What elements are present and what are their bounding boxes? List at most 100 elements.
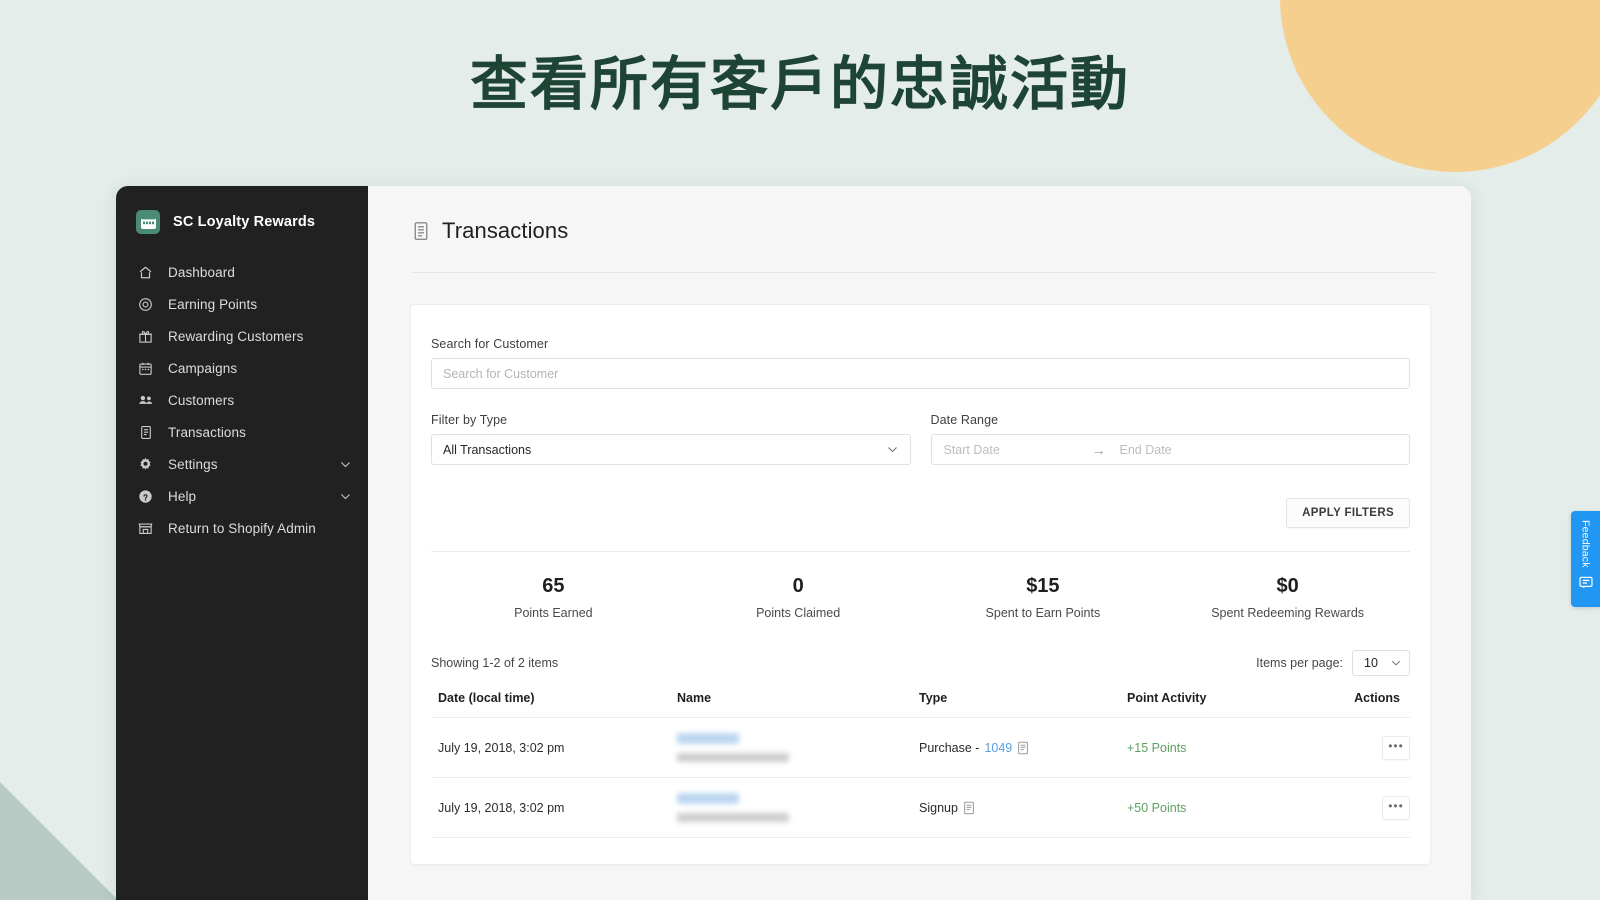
receipt-icon	[137, 424, 154, 441]
type-text: Signup	[919, 800, 958, 815]
storefront-icon	[137, 520, 154, 537]
comment-icon	[1578, 575, 1593, 590]
type-filter-group: Filter by Type All Transactions	[431, 413, 911, 465]
items-per-page-value: 10	[1364, 656, 1378, 670]
sidebar-item-customers[interactable]: Customers	[116, 384, 368, 416]
cell-point-activity: +50 Points	[1127, 777, 1327, 838]
brand-name: SC Loyalty Rewards	[173, 214, 316, 230]
gift-icon	[137, 328, 154, 345]
column-header-point-activity: Point Activity	[1127, 691, 1327, 718]
filter-row: Filter by Type All Transactions Date Ran…	[431, 413, 1410, 465]
type-select-value: All Transactions	[443, 442, 532, 457]
stat-spent-to-earn-points: $15 Spent to Earn Points	[921, 574, 1166, 620]
brand[interactable]: SC Loyalty Rewards	[116, 186, 368, 256]
receipt-icon	[412, 221, 430, 241]
people-icon	[137, 392, 154, 409]
apply-filters-row: APPLY FILTERS	[431, 498, 1410, 528]
feedback-label: Feedback	[1579, 520, 1592, 568]
end-date-input[interactable]	[1111, 442, 1262, 457]
calendar-icon	[137, 360, 154, 377]
cell-name[interactable]	[677, 777, 919, 838]
stat-spent-redeeming-rewards: $0 Spent Redeeming Rewards	[1165, 574, 1410, 620]
points-value: +50 Points	[1127, 800, 1187, 815]
sidebar-item-campaigns[interactable]: Campaigns	[116, 352, 368, 384]
question-icon	[137, 488, 154, 505]
type-content: Signup	[919, 801, 1127, 815]
page-headline: 查看所有客戶的忠誠活動	[469, 52, 1130, 117]
home-icon	[137, 264, 154, 281]
table-row: July 19, 2018, 3:02 pm Signup +50 Points…	[431, 777, 1410, 838]
column-header-date: Date (local time)	[431, 691, 677, 718]
showing-count: Showing 1-2 of 2 items	[431, 656, 559, 670]
stat-label: Points Earned	[514, 606, 593, 620]
page-header: Transactions	[368, 186, 1471, 244]
start-date-input[interactable]	[935, 442, 1086, 457]
cell-date: July 19, 2018, 3:02 pm	[431, 777, 677, 838]
stat-value: $15	[1026, 575, 1060, 597]
sidebar-item-label: Earning Points	[168, 296, 258, 312]
type-text: Purchase -	[919, 740, 980, 755]
sidebar-item-label: Return to Shopify Admin	[168, 520, 316, 536]
row-actions-button[interactable]: •••	[1382, 735, 1410, 760]
chevron-down-icon[interactable]	[338, 457, 352, 471]
sidebar-item-label: Customers	[168, 392, 235, 408]
column-header-type: Type	[919, 691, 1127, 718]
screenshot-stage: 查看所有客戶的忠誠活動 SC Loyalty Rewards Dashboard…	[0, 0, 1600, 900]
cell-type: Purchase - 1049	[919, 717, 1127, 778]
sidebar-item-label: Help	[168, 488, 197, 504]
type-content: Purchase - 1049	[919, 741, 1127, 755]
sidebar-item-earning-points[interactable]: Earning Points	[116, 288, 368, 320]
loyalty-card-icon	[136, 210, 160, 234]
sidebar-item-label: Settings	[168, 456, 218, 472]
stat-label: Points Claimed	[756, 606, 841, 620]
sidebar-item-help[interactable]: Help	[116, 480, 368, 512]
sidebar-item-rewarding-customers[interactable]: Rewarding Customers	[116, 320, 368, 352]
stat-label: Spent to Earn Points	[985, 606, 1101, 620]
date-range-label: Date Range	[930, 413, 999, 427]
table-body: July 19, 2018, 3:02 pm Purchase - 1049 +…	[431, 717, 1410, 838]
app-window: SC Loyalty Rewards Dashboard Earning Poi…	[116, 186, 1471, 900]
search-label: Search for Customer	[431, 337, 549, 351]
order-link[interactable]: 1049	[984, 741, 1012, 755]
sidebar-item-return-to-shopify-admin[interactable]: Return to Shopify Admin	[116, 512, 368, 544]
chevron-down-icon	[886, 443, 899, 456]
header-divider	[412, 272, 1435, 273]
transactions-card: Search for Customer Filter by Type All T…	[410, 304, 1431, 865]
items-per-page-select[interactable]: 10	[1352, 650, 1410, 676]
cell-date: July 19, 2018, 3:02 pm	[431, 717, 677, 778]
search-input[interactable]	[431, 358, 1410, 389]
main-content: Transactions Search for Customer Filter …	[368, 186, 1471, 900]
type-select[interactable]: All Transactions	[431, 434, 911, 465]
target-icon	[137, 296, 154, 313]
table-row: July 19, 2018, 3:02 pm Purchase - 1049 +…	[431, 717, 1410, 778]
sidebar-item-settings[interactable]: Settings	[116, 448, 368, 480]
sidebar-item-label: Campaigns	[168, 360, 238, 376]
stat-label: Spent Redeeming Rewards	[1211, 606, 1365, 620]
table-toolbar: Showing 1-2 of 2 items Items per page: 1…	[431, 650, 1410, 676]
stat-value: $0	[1276, 575, 1299, 597]
items-per-page-group: Items per page: 10	[1256, 650, 1410, 676]
note-icon[interactable]	[1017, 741, 1029, 755]
cell-actions: •••	[1327, 777, 1410, 838]
date-range-control: →	[930, 434, 1410, 465]
cell-name[interactable]	[677, 717, 919, 778]
sidebar-item-dashboard[interactable]: Dashboard	[116, 256, 368, 288]
apply-filters-button[interactable]: APPLY FILTERS	[1286, 498, 1410, 528]
row-actions-button[interactable]: •••	[1382, 795, 1410, 820]
feedback-tab[interactable]: Feedback	[1571, 511, 1600, 607]
date-range-group: Date Range →	[930, 413, 1410, 465]
cell-actions: •••	[1327, 717, 1410, 778]
sidebar-item-transactions[interactable]: Transactions	[116, 416, 368, 448]
points-value: +15 Points	[1127, 740, 1187, 755]
items-per-page-label: Items per page:	[1256, 656, 1343, 670]
chevron-down-icon	[1389, 657, 1402, 670]
type-filter-label: Filter by Type	[431, 413, 508, 427]
sidebar-item-label: Rewarding Customers	[168, 328, 304, 344]
sidebar-nav: Dashboard Earning Points Rewarding Custo…	[116, 256, 368, 544]
note-icon[interactable]	[963, 801, 975, 815]
chevron-down-icon[interactable]	[338, 489, 352, 503]
decorative-triangle	[0, 782, 118, 900]
sidebar: SC Loyalty Rewards Dashboard Earning Poi…	[116, 186, 368, 900]
column-header-name: Name	[677, 691, 919, 718]
stat-points-earned: 65 Points Earned	[431, 574, 676, 620]
